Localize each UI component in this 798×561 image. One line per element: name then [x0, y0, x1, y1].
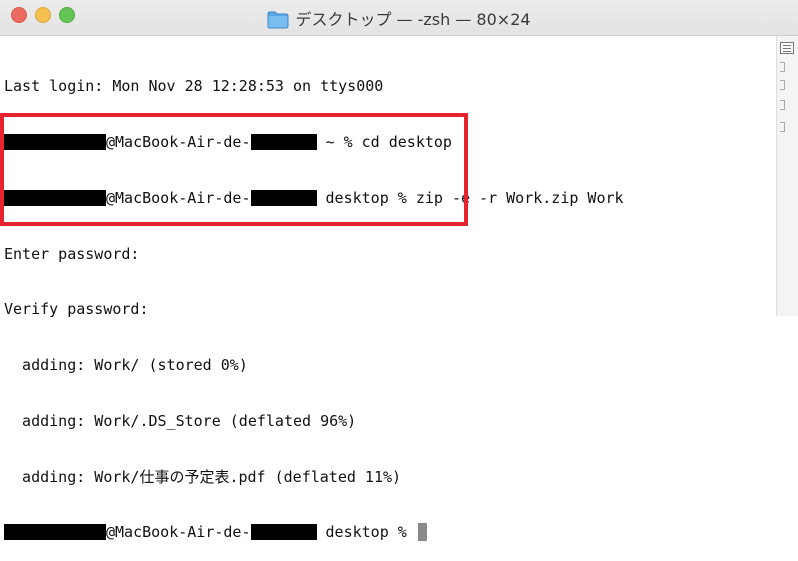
command-text: desktop % zip -e -r Work.zip Work [316, 188, 624, 207]
line-mark [780, 122, 785, 132]
redacted-username [4, 524, 106, 541]
adding-line: adding: Work/ (stored 0%) [4, 356, 248, 375]
line-mark [780, 100, 785, 110]
redacted-username [4, 189, 106, 206]
window-title: デスクトップ — -zsh — 80×24 [295, 10, 531, 29]
command-line-cd: @MacBook-Air-de- ~ % cd desktop [4, 133, 770, 152]
text-cursor [417, 523, 427, 542]
folder-icon [267, 11, 289, 29]
adding-line: adding: Work/.DS_Store (deflated 96%) [4, 411, 357, 430]
verify-password-line: Verify password: [4, 300, 149, 319]
marks-icon[interactable] [780, 42, 794, 54]
title-bar: デスクトップ — -zsh — 80×24 [0, 0, 798, 36]
enter-password-line: Enter password: [4, 244, 140, 263]
line-mark [780, 62, 785, 72]
adding-line: adding: Work/仕事の予定表.pdf (deflated 11%) [4, 467, 402, 486]
command-line-zip: @MacBook-Air-de- desktop % zip -e -r Wor… [4, 189, 770, 208]
prompt-line: @MacBook-Air-de- desktop % [4, 523, 770, 542]
redacted-username [4, 133, 106, 150]
redacted-hostname [250, 524, 317, 541]
host-text: @MacBook-Air-de- [106, 523, 251, 542]
window-title-area: デスクトップ — -zsh — 80×24 [0, 6, 798, 29]
terminal-output[interactable]: Last login: Mon Nov 28 12:28:53 on ttys0… [4, 40, 770, 561]
host-text: @MacBook-Air-de- [106, 188, 251, 207]
line-mark [780, 80, 785, 90]
redacted-hostname [250, 189, 317, 206]
command-text: ~ % cd desktop [316, 132, 452, 151]
redacted-hostname [250, 133, 317, 150]
host-text: @MacBook-Air-de- [106, 132, 251, 151]
last-login-line: Last login: Mon Nov 28 12:28:53 on ttys0… [4, 77, 384, 96]
scrollbar-column[interactable] [776, 36, 798, 316]
prompt-text: desktop % [316, 523, 416, 542]
